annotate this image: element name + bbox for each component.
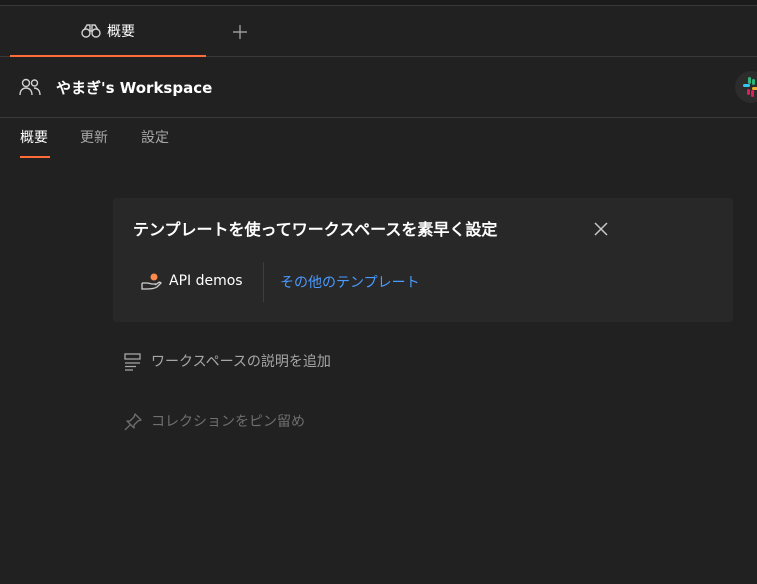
binoculars-icon bbox=[81, 23, 101, 38]
add-description-label: ワークスペースの説明を追加 bbox=[151, 354, 331, 370]
template-api-demos-label: API demos bbox=[169, 273, 243, 289]
workspace-name: やまぎ's Workspace bbox=[56, 79, 213, 97]
pin-collection-action[interactable]: コレクションをピン留め bbox=[123, 412, 305, 432]
workspace-subtabs: 概要 更新 設定 bbox=[0, 118, 757, 158]
slack-logo bbox=[743, 77, 757, 97]
people-icon bbox=[19, 78, 41, 96]
description-icon bbox=[124, 353, 141, 371]
slack-icon[interactable] bbox=[735, 71, 757, 103]
template-api-demos[interactable]: API demos bbox=[141, 272, 243, 290]
tab-bar: 概要 bbox=[0, 6, 757, 57]
template-card: テンプレートを使ってワークスペースを素早く設定 API demos その他のテン… bbox=[113, 198, 733, 322]
add-description-action[interactable]: ワークスペースの説明を追加 bbox=[123, 352, 331, 372]
app-window: 概要 やまぎ's Workspace 概要 更新 設定 テンプレートを使ってワー… bbox=[0, 0, 757, 584]
close-icon bbox=[594, 222, 608, 236]
template-card-divider bbox=[263, 262, 264, 302]
subtab-overview[interactable]: 概要 bbox=[20, 129, 48, 147]
other-templates-link[interactable]: その他のテンプレート bbox=[280, 273, 420, 293]
pin-collection-label: コレクションをピン留め bbox=[151, 414, 305, 430]
add-tab-button[interactable] bbox=[226, 18, 254, 46]
subtab-updates[interactable]: 更新 bbox=[80, 129, 108, 147]
close-button[interactable] bbox=[590, 218, 612, 240]
subtab-settings[interactable]: 設定 bbox=[141, 129, 169, 147]
tab-overview[interactable]: 概要 bbox=[10, 6, 206, 57]
plus-icon bbox=[233, 25, 247, 39]
active-subtab-indicator bbox=[20, 156, 50, 158]
hand-orb-icon bbox=[141, 273, 162, 290]
pin-icon bbox=[124, 413, 142, 431]
workspace-header: やまぎ's Workspace bbox=[0, 57, 757, 118]
template-card-title: テンプレートを使ってワークスペースを素早く設定 bbox=[133, 220, 498, 239]
tab-overview-label: 概要 bbox=[107, 23, 135, 40]
